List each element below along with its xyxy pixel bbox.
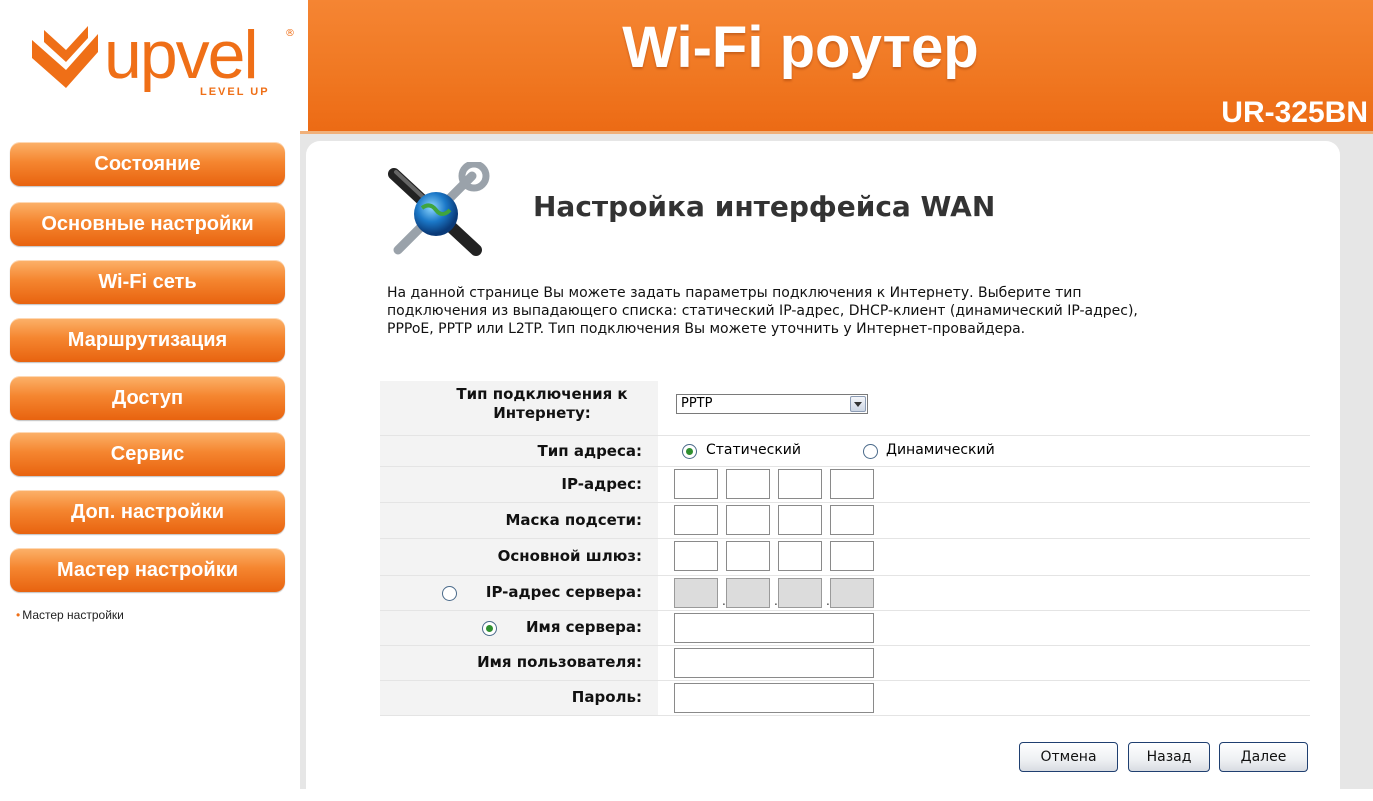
address-type-label: Тип адреса: — [537, 442, 643, 460]
ip-address-label: IP-адрес: — [561, 475, 642, 493]
cancel-button[interactable]: Отмена — [1019, 742, 1118, 772]
logo-tagline: LEVEL UP — [200, 86, 270, 98]
next-button[interactable]: Далее — [1219, 742, 1308, 772]
static-label: Статический — [706, 442, 801, 458]
back-button[interactable]: Назад — [1128, 742, 1210, 772]
mask-octet-input[interactable] — [674, 505, 718, 535]
connection-type-select[interactable]: PPTP — [676, 394, 868, 414]
row-password: Пароль: — [380, 681, 1310, 716]
nav-status[interactable]: Состояние — [10, 142, 285, 186]
ip-octet-input[interactable] — [778, 469, 822, 499]
dynamic-label: Динамический — [886, 442, 995, 458]
intro-line: подключения из выпадающего списка: стати… — [387, 303, 1138, 319]
nav-setup-wizard[interactable]: Мастер настройки — [10, 548, 285, 592]
subnet-mask-label: Маска подсети: — [505, 511, 642, 529]
wan-settings-icon — [388, 162, 490, 256]
server-name-label: Имя сервера: — [526, 618, 642, 636]
page-title: Настройка интерфейса WAN — [533, 190, 996, 223]
ip-octet-input[interactable] — [830, 469, 874, 499]
sidebar-subitem-label: Мастер настройки — [22, 608, 124, 622]
static-radio[interactable] — [682, 444, 697, 459]
row-server-ip: IP-адрес сервера: . . . — [380, 576, 1310, 611]
server-ip-radio[interactable] — [442, 586, 457, 601]
nav-access[interactable]: Доступ — [10, 376, 285, 420]
nav-basic-settings[interactable]: Основные настройки — [10, 202, 285, 246]
connection-type-value: PPTP — [681, 396, 713, 411]
server-ip-octet-input[interactable] — [830, 578, 874, 608]
gateway-octet-input[interactable] — [830, 541, 874, 571]
row-gateway: Основной шлюз: — [380, 539, 1310, 576]
mask-octet-input[interactable] — [778, 505, 822, 535]
intro-line: На данной странице Вы можете задать пара… — [387, 285, 1082, 301]
nav-routing[interactable]: Маршрутизация — [10, 318, 285, 362]
bullet-icon: • — [16, 608, 21, 622]
row-connection-type: Тип подключения к Интернету: PPTP — [380, 381, 1310, 436]
connection-type-label: Тип подключения к Интернету: — [380, 381, 658, 435]
chevron-down-icon[interactable] — [850, 396, 866, 412]
username-label: Имя пользователя: — [477, 653, 642, 671]
header-title: Wi-Fi роутер — [622, 15, 979, 80]
server-ip-label: IP-адрес сервера: — [485, 583, 642, 601]
server-ip-octet-input[interactable] — [726, 578, 770, 608]
row-address-type: Тип адреса: Статический Динамический — [380, 436, 1310, 467]
gateway-octet-input[interactable] — [674, 541, 718, 571]
row-server-name: Имя сервера: — [380, 611, 1310, 646]
row-username: Имя пользователя: — [380, 646, 1310, 681]
nav-service[interactable]: Сервис — [10, 432, 285, 476]
server-name-input[interactable] — [674, 613, 874, 643]
intro-text: На данной странице Вы можете задать пара… — [387, 284, 1327, 338]
wan-form: Тип подключения к Интернету: PPTP Тип ад… — [380, 381, 1310, 716]
username-input[interactable] — [674, 648, 874, 678]
intro-line: PPPoE, PPTP или L2TP. Тип подключения Вы… — [387, 321, 1026, 337]
connection-type-label-line: Интернету: — [493, 404, 591, 422]
ip-octet-input[interactable] — [726, 469, 770, 499]
nav-wifi[interactable]: Wi-Fi сеть — [10, 260, 285, 304]
row-subnet-mask: Маска подсети: — [380, 503, 1310, 539]
password-input[interactable] — [674, 683, 874, 713]
gateway-octet-input[interactable] — [778, 541, 822, 571]
gateway-octet-input[interactable] — [726, 541, 770, 571]
sidebar-subitem-wizard[interactable]: • Мастер настройки — [16, 608, 124, 622]
nav-advanced[interactable]: Доп. настройки — [10, 490, 285, 534]
server-ip-octet-input[interactable] — [778, 578, 822, 608]
server-name-radio[interactable] — [482, 621, 497, 636]
model-name: UR-325BN — [1221, 96, 1368, 129]
upvel-logo-icon — [32, 26, 98, 88]
sidebar: Состояние Основные настройки Wi-Fi сеть … — [0, 134, 300, 789]
header-banner: Wi-Fi роутер UR-325BN — [308, 0, 1373, 133]
mask-octet-input[interactable] — [726, 505, 770, 535]
server-ip-octet-input[interactable] — [674, 578, 718, 608]
ip-octet-input[interactable] — [674, 469, 718, 499]
gateway-label: Основной шлюз: — [497, 547, 642, 565]
row-ip-address: IP-адрес: — [380, 467, 1310, 503]
password-label: Пароль: — [571, 688, 642, 706]
connection-type-label-line: Тип подключения к — [456, 385, 628, 403]
logo: upvel ® LEVEL UP — [0, 0, 308, 133]
mask-octet-input[interactable] — [830, 505, 874, 535]
dynamic-radio[interactable] — [863, 444, 878, 459]
